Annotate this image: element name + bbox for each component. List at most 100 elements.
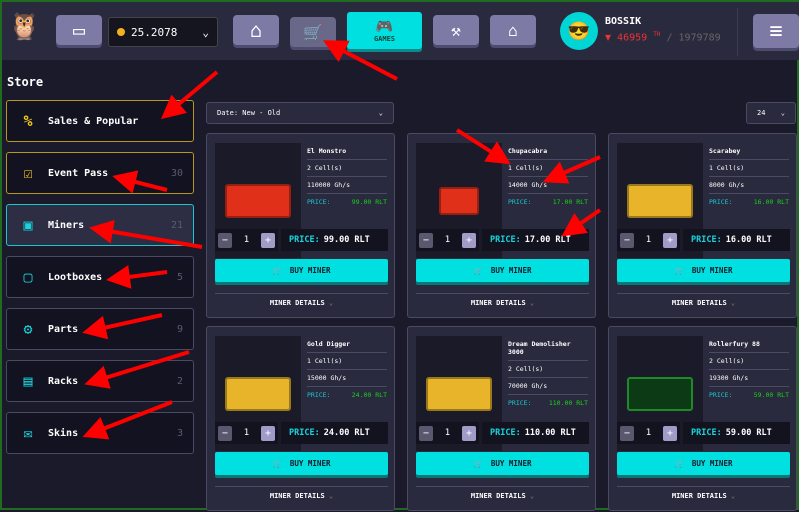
quantity-value[interactable]: 1 [646, 235, 651, 245]
games-button[interactable]: 🎮 GAMES [347, 12, 422, 49]
miner-name: Dream Demolisher 3000 [508, 336, 588, 361]
cart-icon: 🛒 [272, 459, 282, 468]
gamepad-icon: 🎮 [375, 18, 394, 35]
sidebar-item-label: Sales & Popular [48, 115, 139, 127]
sidebar-item-count: 2 [176, 375, 183, 387]
miner-cells: 2 Cell(s) [709, 353, 789, 370]
miner-price-row: PRICE: 24.00 RLT [307, 387, 387, 403]
buy-miner-button[interactable]: 🛒 BUY MINER [617, 259, 790, 282]
sidebar-item-lootboxes[interactable]: ▢ Lootboxes 5 [6, 256, 194, 298]
chevron-down-icon: ⌄ [780, 109, 785, 117]
quantity-stepper: − 1 + [215, 229, 278, 251]
quantity-stepper: − 1 + [416, 229, 479, 251]
quantity-stepper: − 1 + [215, 422, 278, 444]
buy-miner-button[interactable]: 🛒 BUY MINER [416, 259, 589, 282]
chevron-down-icon: ⌄ [328, 299, 334, 307]
home-button[interactable]: ⌂ [233, 15, 279, 45]
increment-button[interactable]: + [260, 232, 275, 248]
total-price: PRICE: 24.00 RLT [281, 422, 388, 444]
total-price-label: PRICE: [691, 428, 722, 438]
sidebar-item-sales-popular[interactable]: % Sales & Popular [6, 100, 194, 142]
miner-price-row: PRICE: 59.00 RLT [709, 387, 789, 403]
quantity-value[interactable]: 1 [445, 428, 450, 438]
total-price-label: PRICE: [289, 428, 320, 438]
price-value: 16.00 RLT [753, 198, 789, 206]
sidebar-item-event-pass[interactable]: ☑ Event Pass 30 [6, 152, 194, 194]
decrement-button[interactable]: − [419, 232, 433, 248]
chevron-down-icon: ⌄ [730, 299, 736, 307]
miner-details-toggle[interactable]: MINER DETAILS ⌄ [215, 293, 388, 307]
price-label: PRICE: [307, 391, 331, 399]
buy-label: BUY MINER [289, 266, 331, 275]
sidebar-item-count: 3 [176, 427, 183, 439]
sidebar-item-parts[interactable]: ⚙ Parts 9 [6, 308, 194, 350]
miner-price-row: PRICE: 17.00 RLT [508, 194, 588, 210]
sidebar-item-count: 21 [170, 219, 183, 231]
buy-miner-button[interactable]: 🛒 BUY MINER [215, 452, 388, 475]
balance-dropdown[interactable]: 25.2078 ⌄ [108, 17, 218, 47]
quantity-stepper: − 1 + [416, 422, 479, 444]
miner-details-toggle[interactable]: MINER DETAILS ⌄ [215, 486, 388, 500]
decrement-button[interactable]: − [218, 232, 232, 248]
wallet-button[interactable]: ▭ [56, 15, 102, 45]
miner-details-toggle[interactable]: MINER DETAILS ⌄ [617, 293, 790, 307]
sidebar-item-count: 5 [176, 271, 183, 283]
quantity-stepper: − 1 + [617, 422, 680, 444]
decrement-button[interactable]: − [620, 425, 634, 441]
power-unit: TH [653, 31, 661, 38]
sort-dropdown[interactable]: Date: New - Old ⌄ [206, 102, 394, 124]
per-page-value: 24 [757, 109, 766, 117]
per-page-dropdown[interactable]: 24 ⌄ [746, 102, 796, 124]
miner-details-toggle[interactable]: MINER DETAILS ⌄ [416, 293, 589, 307]
buy-miner-button[interactable]: 🛒 BUY MINER [617, 452, 790, 475]
quantity-value[interactable]: 1 [445, 235, 450, 245]
store-button[interactable]: 🛒 [290, 17, 336, 47]
miner-details-toggle[interactable]: MINER DETAILS ⌄ [416, 486, 589, 500]
increment-button[interactable]: + [662, 425, 677, 441]
decrement-button[interactable]: − [620, 232, 634, 248]
buy-label: BUY MINER [490, 459, 532, 468]
chevron-down-icon: ⌄ [529, 299, 535, 307]
divider [737, 8, 738, 56]
miner-name: El Monstro [307, 143, 387, 160]
cart-icon: 🛒 [473, 266, 483, 275]
decrement-button[interactable]: − [419, 425, 433, 441]
increment-button[interactable]: + [662, 232, 677, 248]
total-price: PRICE: 17.00 RLT [482, 229, 589, 251]
buy-label: BUY MINER [691, 459, 733, 468]
total-price-value: 59.00 RLT [725, 428, 772, 438]
power-total: / 1979789 [666, 32, 721, 44]
price-label: PRICE: [709, 198, 733, 206]
miner-name: Chupacabra [508, 143, 588, 160]
miner-power: 70000 Gh/s [508, 378, 588, 395]
marketplace-button[interactable]: ⚒ [433, 15, 479, 45]
increment-button[interactable]: + [461, 232, 476, 248]
sidebar-item-racks[interactable]: ▤ Racks 2 [6, 360, 194, 402]
sidebar-item-skins[interactable]: ✉ Skins 3 [6, 412, 194, 454]
price-value: 59.00 RLT [753, 391, 789, 399]
buy-miner-button[interactable]: 🛒 BUY MINER [416, 452, 589, 475]
increment-button[interactable]: + [461, 425, 476, 441]
quantity-value[interactable]: 1 [244, 235, 249, 245]
logo[interactable]: 🦉 [8, 12, 40, 42]
chevron-down-icon: ⌄ [730, 492, 736, 500]
miner-power: 110000 Gh/s [307, 177, 387, 194]
buy-label: BUY MINER [490, 266, 532, 275]
quantity-value[interactable]: 1 [244, 428, 249, 438]
sidebar-item-count: 30 [170, 167, 183, 179]
buy-miner-button[interactable]: 🛒 BUY MINER [215, 259, 388, 282]
warehouse-button[interactable]: ⌂ [490, 15, 536, 45]
lootbox-icon: ▢ [23, 268, 33, 286]
decrement-button[interactable]: − [218, 425, 232, 441]
increment-button[interactable]: + [260, 425, 275, 441]
miner-price-row: PRICE: 16.00 RLT [709, 194, 789, 210]
price-label: PRICE: [508, 198, 532, 206]
sidebar-item-label: Racks [48, 375, 79, 387]
avatar[interactable]: 😎 [560, 12, 598, 50]
miner-details-toggle[interactable]: MINER DETAILS ⌄ [617, 486, 790, 500]
cart-icon: 🛒 [674, 459, 684, 468]
power-value: 46959 [617, 32, 648, 44]
quantity-value[interactable]: 1 [646, 428, 651, 438]
menu-button[interactable]: ≡ [753, 14, 799, 48]
sidebar-item-miners[interactable]: ▣ Miners 21 [6, 204, 194, 246]
